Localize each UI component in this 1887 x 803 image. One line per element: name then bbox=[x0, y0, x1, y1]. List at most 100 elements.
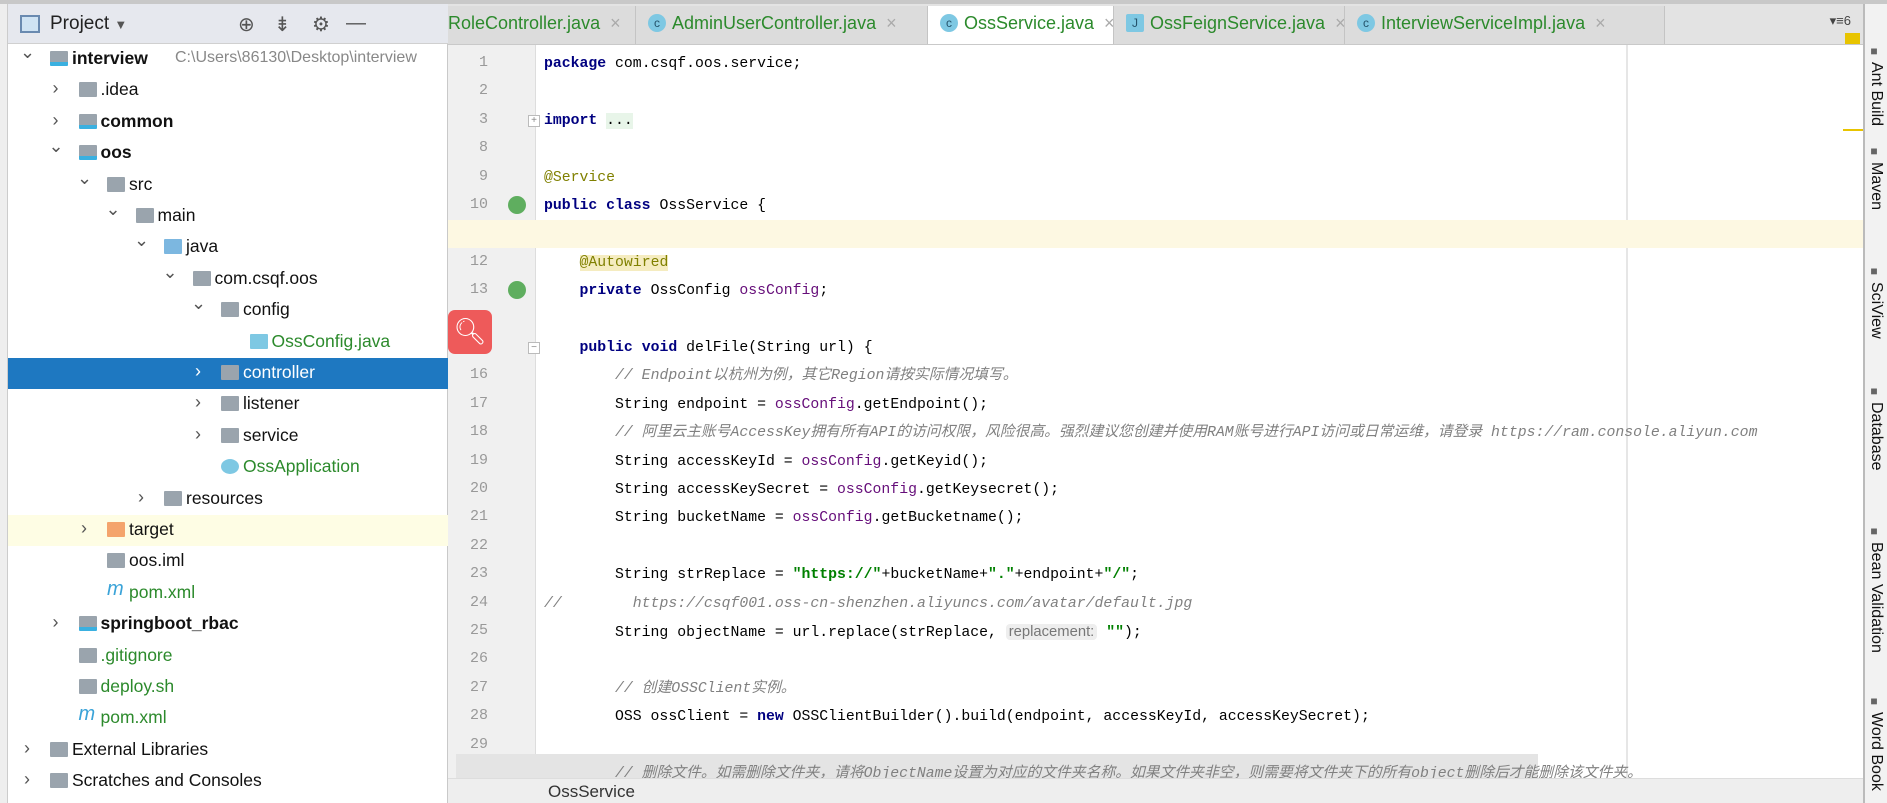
tree-item[interactable]: › controller bbox=[8, 358, 448, 389]
code-line[interactable]: public class OssService { bbox=[544, 192, 766, 220]
tree-item[interactable]: m pom.xml bbox=[8, 703, 448, 734]
gear-icon[interactable]: ⚙ bbox=[312, 12, 330, 37]
fold-marker-icon[interactable]: − bbox=[528, 342, 540, 354]
code-line[interactable]: String bucketName = ossConfig.getBucketn… bbox=[544, 504, 1023, 532]
chevron-right-icon[interactable]: › bbox=[77, 518, 91, 539]
close-icon[interactable]: × bbox=[886, 13, 897, 33]
chevron-right-icon[interactable]: › bbox=[191, 424, 205, 445]
code-token: ossConfig bbox=[837, 482, 917, 498]
chevron-down-icon[interactable]: ⌄ bbox=[77, 168, 92, 189]
tab-ossfeignservice-java[interactable]: J OssFeignService.java × bbox=[1114, 6, 1345, 44]
tree-item[interactable]: OssApplication bbox=[8, 452, 448, 483]
code-line[interactable]: package com.csqf.oos.service; bbox=[544, 50, 802, 78]
line-number: 9 bbox=[478, 167, 488, 185]
tree-item-label: interview bbox=[72, 48, 148, 68]
tree-item[interactable]: ⌄ main bbox=[8, 199, 448, 232]
maven-icon: m bbox=[78, 703, 96, 726]
tree-item[interactable]: .gitignore bbox=[8, 641, 448, 672]
tool-window-sciview[interactable]: SciView bbox=[1867, 282, 1885, 339]
tree-item[interactable]: m pom.xml bbox=[8, 578, 448, 609]
locate-icon[interactable]: ⊕ bbox=[238, 12, 255, 37]
tool-window-bean-validation[interactable]: Bean Validation bbox=[1867, 542, 1885, 653]
code-line[interactable]: // https://csqf001.oss-cn-shenzhen.aliyu… bbox=[544, 590, 1192, 618]
tab-adminusercontroller-java[interactable]: c AdminUserController.java × bbox=[636, 6, 928, 44]
tree-item[interactable]: › Scratches and Consoles bbox=[8, 766, 448, 797]
chevron-down-icon[interactable]: ⌄ bbox=[20, 42, 35, 63]
search-icon[interactable]: 🔍︎ bbox=[448, 310, 492, 354]
error-stripe-mark[interactable] bbox=[1843, 129, 1863, 131]
tree-item[interactable]: › service bbox=[8, 421, 448, 452]
collapse-all-icon[interactable]: ⇟ bbox=[274, 12, 291, 37]
tree-item[interactable]: deploy.sh bbox=[8, 672, 448, 703]
tree-item[interactable]: › External Libraries bbox=[8, 735, 448, 766]
close-icon[interactable]: × bbox=[1104, 13, 1113, 33]
tool-window-ant-build[interactable]: Ant Build bbox=[1867, 62, 1885, 126]
chevron-down-icon[interactable]: ⌄ bbox=[49, 136, 64, 157]
project-view-selector[interactable]: Project ▼ bbox=[50, 13, 127, 35]
line-number: 23 bbox=[469, 565, 488, 583]
code-line[interactable]: String objectName = url.replace(strRepla… bbox=[544, 618, 1142, 646]
tree-item[interactable]: ⌄ src bbox=[8, 168, 448, 201]
code-line[interactable]: // 创建OSSClient实例。 bbox=[544, 675, 796, 703]
tree-item[interactable]: › resources bbox=[8, 484, 448, 515]
tree-item[interactable]: › common bbox=[8, 107, 448, 138]
chevron-right-icon[interactable]: › bbox=[20, 738, 34, 759]
chevron-right-icon[interactable]: › bbox=[20, 769, 34, 790]
tool-window-database[interactable]: Database bbox=[1867, 402, 1885, 471]
code-line[interactable]: OSS ossClient = new OSSClientBuilder().b… bbox=[544, 703, 1370, 731]
hide-panel-icon[interactable]: — bbox=[346, 12, 366, 35]
code-line[interactable]: String strReplace = "https://"+bucketNam… bbox=[544, 561, 1139, 589]
code-line[interactable]: // Endpoint以杭州为例，其它Region请按实际情况填写。 bbox=[544, 362, 1018, 390]
warning-stripe-icon[interactable] bbox=[1845, 33, 1860, 44]
tree-item[interactable]: ⌄ interview C:\Users\86130\Desktop\intervi… bbox=[8, 42, 448, 75]
close-icon[interactable]: × bbox=[1335, 13, 1344, 33]
code-line[interactable]: @Autowired bbox=[544, 249, 669, 277]
chevron-right-icon[interactable]: › bbox=[191, 392, 205, 413]
autowired-icon[interactable] bbox=[508, 281, 526, 300]
code-line[interactable]: String endpoint = ossConfig.getEndpoint(… bbox=[544, 391, 988, 419]
code-line[interactable]: public void delFile(String url) { bbox=[544, 334, 873, 362]
tree-item[interactable]: ⌄ config bbox=[8, 293, 448, 326]
breadcrumb[interactable]: OssService bbox=[548, 782, 635, 802]
close-icon[interactable]: × bbox=[610, 13, 621, 33]
code-token: OssConfig bbox=[641, 283, 740, 300]
tab-list-button[interactable]: ▾≡6 bbox=[1830, 13, 1851, 29]
code-line[interactable]: // 阿里云主账号AccessKey拥有所有API的访问权限，风险很高。强烈建议… bbox=[544, 419, 1757, 447]
tree-item[interactable]: oos.iml bbox=[8, 546, 448, 577]
chevron-down-icon[interactable]: ⌄ bbox=[191, 293, 206, 314]
chevron-down-icon[interactable]: ⌄ bbox=[106, 199, 121, 220]
tree-item[interactable]: › springboot_rbac bbox=[8, 609, 448, 640]
tree-item[interactable]: OssConfig.java bbox=[8, 327, 448, 358]
code-line[interactable]: import ... bbox=[544, 107, 633, 135]
code-line[interactable]: String accessKeyId = ossConfig.getKeyid(… bbox=[544, 448, 988, 476]
code-token: @Autowired bbox=[579, 254, 669, 271]
tree-item[interactable]: ⌄ java bbox=[8, 230, 448, 263]
tree-item[interactable]: ⌄ oos bbox=[8, 136, 448, 169]
chevron-right-icon[interactable]: › bbox=[191, 361, 205, 382]
code-token: String endpoint = bbox=[544, 396, 775, 413]
tool-window-word-book[interactable]: Word Book bbox=[1867, 712, 1885, 791]
code-line[interactable]: // 删除文件。如需删除文件夹，请将ObjectName设置为对应的文件夹名称。… bbox=[544, 760, 1642, 778]
maven-icon: ■ bbox=[1867, 144, 1881, 158]
tab-ossservice-java[interactable]: c OssService.java × bbox=[928, 6, 1114, 44]
tab-interviewserviceimpl-java[interactable]: c InterviewServiceImpl.java × bbox=[1345, 6, 1665, 44]
spring-bean-icon[interactable] bbox=[508, 196, 526, 214]
code-editor[interactable]: 1238910111213141516171819202122232425262… bbox=[448, 45, 1863, 778]
code-line[interactable]: String accessKeySecret = ossConfig.getKe… bbox=[544, 476, 1059, 504]
code-line[interactable]: @Service bbox=[544, 164, 615, 192]
tree-item[interactable]: › target bbox=[8, 515, 448, 546]
chevron-right-icon[interactable]: › bbox=[134, 487, 148, 508]
chevron-down-icon[interactable]: ⌄ bbox=[134, 230, 149, 251]
tree-item[interactable]: › listener bbox=[8, 389, 448, 420]
chevron-right-icon[interactable]: › bbox=[49, 110, 63, 131]
chevron-down-icon[interactable]: ⌄ bbox=[163, 262, 178, 283]
close-icon[interactable]: × bbox=[1595, 13, 1606, 33]
tool-window-maven[interactable]: Maven bbox=[1867, 162, 1885, 210]
chevron-right-icon[interactable]: › bbox=[49, 78, 63, 99]
chevron-right-icon[interactable]: › bbox=[49, 612, 63, 633]
tab-rolecontroller-java[interactable]: RoleController.java × bbox=[448, 6, 636, 44]
fold-marker-icon[interactable]: + bbox=[528, 114, 540, 127]
code-line[interactable]: private OssConfig ossConfig; bbox=[544, 277, 829, 305]
tree-item[interactable]: ⌄ com.csqf.oos bbox=[8, 262, 448, 295]
tree-item[interactable]: › .idea bbox=[8, 75, 448, 106]
